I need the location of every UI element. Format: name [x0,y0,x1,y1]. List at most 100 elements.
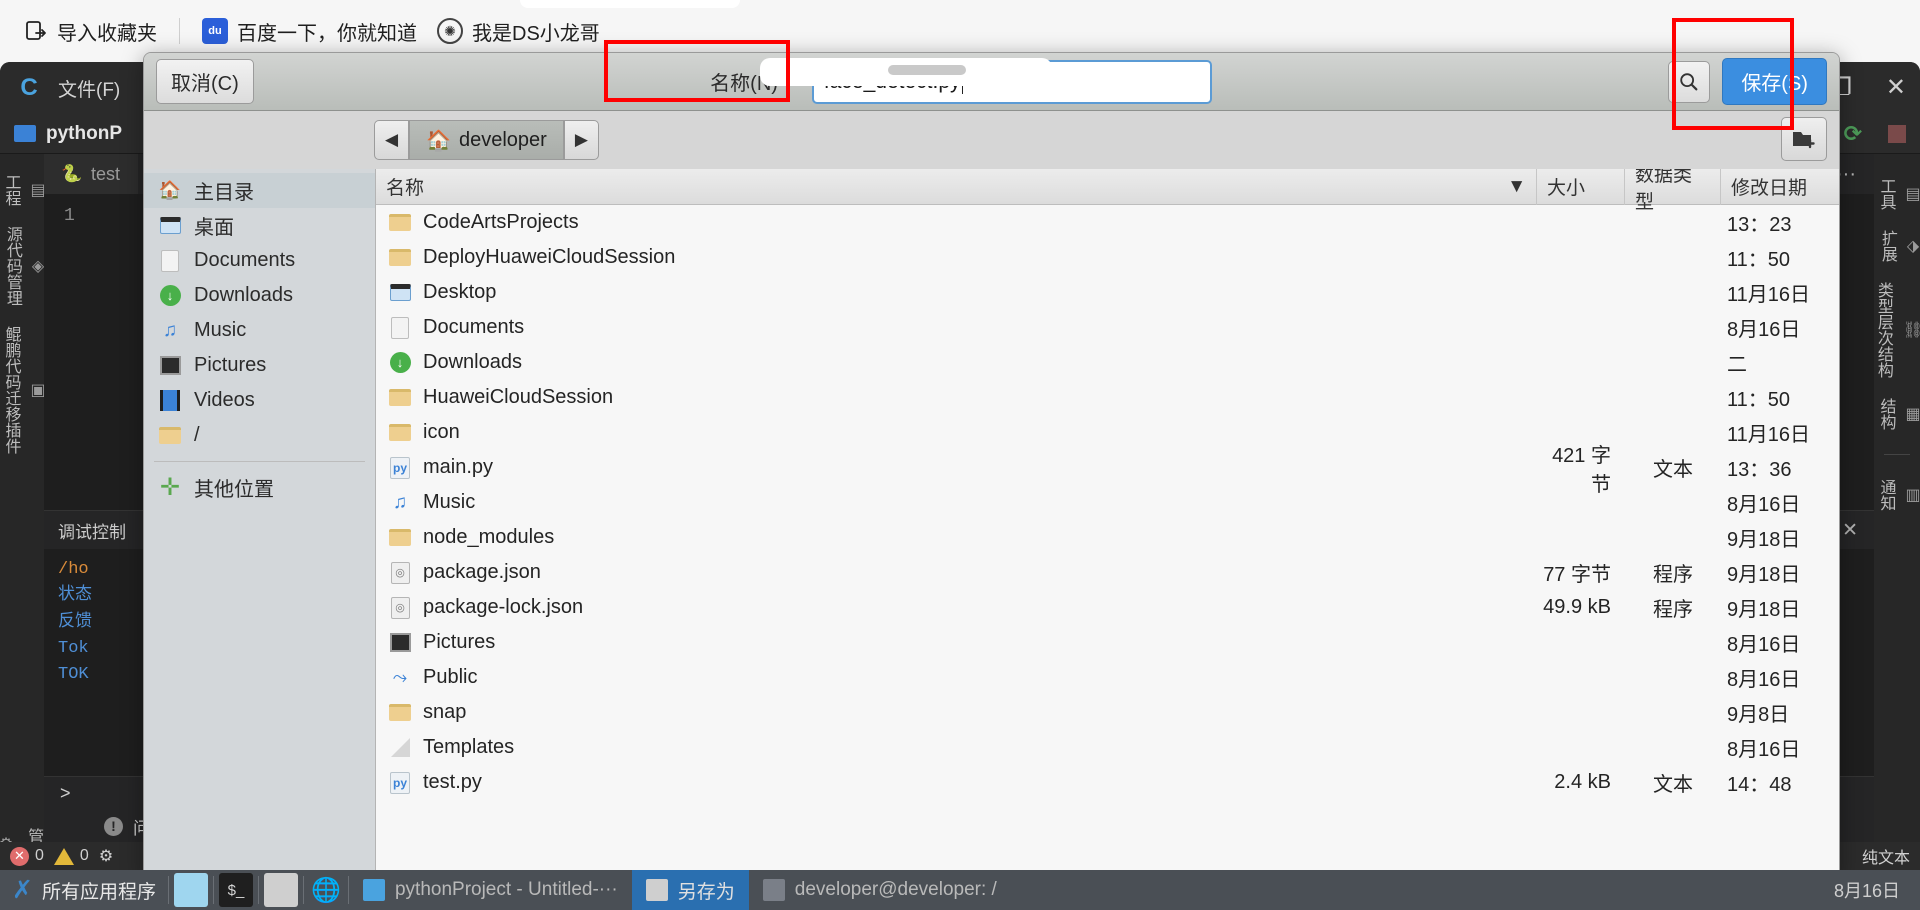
sidebar-item-structure[interactable]: ▦ 结构 [1873,388,1920,440]
browser-icon[interactable]: 🌐 [309,873,343,907]
files-icon[interactable] [264,873,298,907]
sidebar-item-videos[interactable]: Videos [144,383,375,418]
bookmark-baidu-label: 百度一下，你就知道 [237,17,417,46]
table-row[interactable]: node_modules9月18日 [376,520,1839,555]
sidebar-item-music-label: Music [194,319,246,342]
file-date-cell: 11：50 [1721,383,1839,412]
column-header-size[interactable]: 大小 [1537,169,1625,205]
column-header-date[interactable]: 修改日期 [1721,169,1839,205]
sidebar-item-source-control[interactable]: ◈ 源代码管理 [0,216,44,316]
table-row[interactable]: ◎package-lock.json49.9 kB程序9月18日 [376,590,1839,625]
error-icon: ✕ [10,847,29,866]
sort-descending-icon: ▼ [1507,176,1526,198]
bookmark-ds[interactable]: ✺ 我是DS小龙哥 [427,13,610,50]
file-size-cell: 77 字节 [1537,558,1625,587]
file-name-label: HuaweiCloudSession [423,386,613,409]
file-date-cell: 14：48 [1721,768,1839,797]
json-file-icon: ◎ [388,596,412,620]
folder-icon [158,424,182,448]
bookmark-import[interactable]: 导入收藏夹 [14,13,167,50]
terminal-icon[interactable]: $_ [219,873,253,907]
table-row[interactable]: Pictures8月16日 [376,625,1839,660]
menu-file[interactable]: 文件(F) [58,75,120,102]
taskbar-clock[interactable]: 8月16日 [1834,877,1920,903]
file-date-cell: 13：36 [1721,453,1839,482]
table-row[interactable]: ◎package.json77 字节程序9月18日 [376,555,1839,590]
taskbar-window-pythonproject[interactable]: pythonProject - Untitled-··· [349,870,632,910]
error-count: 0 [35,847,44,865]
table-row[interactable]: pytest.py2.4 kB文本14：48 [376,765,1839,800]
sidebar-item-pictures[interactable]: Pictures [144,348,375,383]
sidebar-item-project[interactable]: ▤ 工程 [0,164,46,216]
sidebar-item-extensions[interactable]: ⬗ 扩展 [1875,220,1919,272]
sidebar-item-downloads[interactable]: ↓ Downloads [144,278,375,313]
sidebar-item-root[interactable]: / [144,418,375,453]
terminal-light-icon[interactable] [174,873,208,907]
tab-debug-console[interactable]: 调试控制 [58,518,126,543]
table-row[interactable]: Desktop11月16日 [376,275,1839,310]
sidebar-item-music[interactable]: ♫ Music [144,313,375,348]
file-name-cell: DeployHuaweiCloudSession [376,246,1537,270]
sidebar-item-source-control-label: 源代码管理 [0,226,24,306]
close-panel-icon[interactable]: ✕ [1842,519,1858,542]
file-type-cell: 文本 [1625,768,1721,797]
overlay-pill [888,65,966,75]
sidebar-item-notifications[interactable]: ▥ 通知 [1873,469,1920,521]
sidebar-item-kunpeng[interactable]: ▣ 鲲鹏代码迁移插件 [0,316,46,464]
sidebar-item-desktop[interactable]: 桌面 [144,208,375,243]
ide-left-activity-rail: ▤ 工程 ◈ 源代码管理 ▣ 鲲鹏代码迁移插件 管理 ⚙ [0,154,44,870]
music-icon: ♫ [158,319,182,343]
table-row[interactable]: ↓Downloads二 [376,345,1839,380]
table-row[interactable]: ⤳Public8月16日 [376,660,1839,695]
rerun-icon[interactable]: ⟳ [1844,121,1862,147]
taskbar-window-save-as[interactable]: 另存为 [632,870,749,910]
search-button[interactable] [1668,61,1710,103]
stop-icon[interactable] [1888,125,1906,143]
column-header-name[interactable]: 名称 ▼ [376,169,1537,205]
videos-icon [158,389,182,413]
file-date-cell: 8月16日 [1721,488,1839,517]
file-date-cell: 8月16日 [1721,313,1839,342]
path-forward-button[interactable]: ▶ [564,120,599,160]
file-date-cell: 8月16日 [1721,663,1839,692]
file-name-cell: Documents [376,316,1537,340]
column-header-type[interactable]: 数据类型 [1625,169,1721,205]
save-button[interactable]: 保存(S) [1722,58,1827,105]
taskbar-window-terminal[interactable]: developer@developer: / [749,870,1011,910]
table-row[interactable]: Templates8月16日 [376,730,1839,765]
sidebar-item-home[interactable]: 🏠 主目录 [144,173,375,208]
bookmark-baidu[interactable]: du 百度一下，你就知道 [192,13,427,50]
status-warnings[interactable]: 0 [54,847,89,865]
sidebar-item-type-hierarchy[interactable]: ⛓ 类型层次结构 [1871,272,1920,388]
taskbar-window-pythonproject-label: pythonProject - Untitled-··· [395,879,618,901]
breadcrumb-item-developer[interactable]: 🏠 developer [409,120,564,160]
file-name-label: node_modules [423,526,554,549]
path-back-button[interactable]: ◀ [374,120,409,160]
sidebar-item-other-locations[interactable]: ✛ 其他位置 [144,470,375,505]
sidebar-item-documents[interactable]: Documents [144,243,375,278]
table-row[interactable]: snap9月8日 [376,695,1839,730]
status-errors[interactable]: ✕ 0 [10,847,44,866]
browser-tab-remnant [520,0,740,8]
all-applications-button[interactable]: ✗ 所有应用程序 [0,870,168,910]
file-size-cell: 2.4 kB [1537,771,1625,794]
file-date-cell: 8月16日 [1721,628,1839,657]
editor-tab-test[interactable]: 🐍 test [44,154,138,194]
bookmark-ds-label: 我是DS小龙哥 [472,17,600,46]
table-row[interactable]: DeployHuaweiCloudSession11：50 [376,240,1839,275]
status-language[interactable]: 纯文本 [1862,844,1910,868]
file-date-cell: 9月18日 [1721,593,1839,622]
remote-icon[interactable]: ⚙ [99,846,113,866]
pictures-icon [158,354,182,378]
table-row[interactable]: HuaweiCloudSession 11：50 [376,380,1839,415]
table-row[interactable]: Documents 8月16日 [376,310,1839,345]
table-row[interactable]: pymain.py421 字节文本13：36 [376,450,1839,485]
cancel-button[interactable]: 取消(C) [156,59,254,104]
close-icon[interactable]: ✕ [1886,76,1906,100]
sidebar-item-tools[interactable]: ▤ 工具 [1873,168,1920,220]
file-name-label: test.py [423,771,482,794]
documents-icon [158,249,182,273]
table-row[interactable]: CodeArtsProjects13：23 [376,205,1839,240]
new-folder-button[interactable] [1781,117,1827,161]
file-name-label: CodeArtsProjects [423,211,579,234]
